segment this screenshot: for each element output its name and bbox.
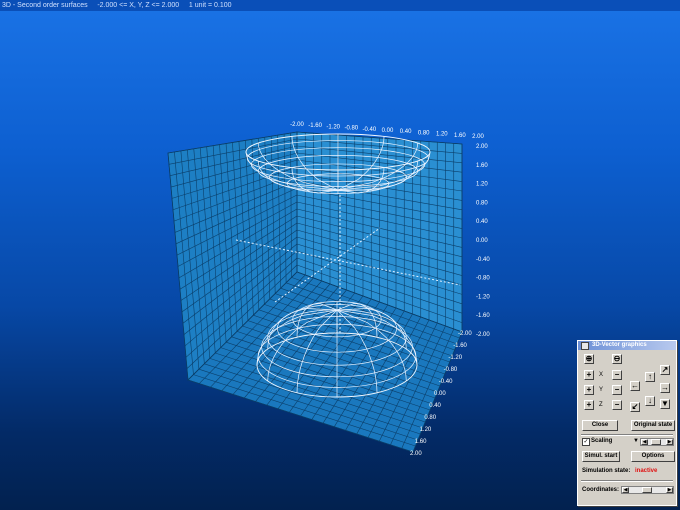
right-tick-label: 0.00 [476,238,488,244]
y-label: Y [599,387,604,393]
top-tick-label: 0.00 [382,128,394,134]
panel-titlebar[interactable]: 3D-Vector graphics [578,341,676,350]
bottom-tick-label: 1.60 [415,439,427,445]
scaling-label: Scaling [591,438,613,444]
x-plus-button[interactable]: + [584,370,594,380]
arrow-downright-icon: ▼ [661,399,669,408]
right-tick-label: -0.80 [476,276,490,282]
control-panel: 3D-Vector graphics ⊕ ⊖ + X − + Y − + Z −… [577,340,677,506]
rotate-downright-button[interactable]: ▼ [660,399,670,409]
panel-title: 3D-Vector graphics [592,342,647,348]
right-tick-label: 0.80 [476,200,488,206]
right-tick-label: 1.60 [476,163,488,169]
x-label: X [599,372,604,378]
bottom-tick-label: -2.00 [458,331,472,337]
top-tick-label: 0.40 [400,129,412,135]
arrow-down-icon: ↓ [648,396,652,405]
separator [581,480,673,482]
z-label: Z [599,402,603,408]
cube-grid [167,131,463,453]
y-minus-button[interactable]: − [612,385,622,395]
options-button[interactable]: Options [631,451,675,462]
top-tick-label: -0.40 [363,127,377,133]
bottom-tick-label: 1.20 [420,427,432,433]
coordinates-slider[interactable]: ◀ ▶ [621,486,674,494]
z-plus-button[interactable]: + [584,400,594,410]
rotate-upright-button[interactable]: ↗ [660,365,670,375]
scaling-dropdown-icon[interactable]: ▼ [633,438,639,444]
top-tick-label: -1.20 [326,124,340,130]
top-tick-label: 0.80 [418,130,430,136]
bottom-tick-label: -1.60 [453,343,467,349]
zoom-in-icon: ⊕ [585,354,593,363]
right-tick-label: -1.20 [476,294,490,300]
zoom-out-button[interactable]: ⊖ [612,354,622,364]
rotate-down-button[interactable]: ↓ [645,396,655,406]
coord-left-icon[interactable]: ◀ [622,487,629,493]
slider-left-icon[interactable]: ◀ [641,439,648,445]
top-tick-label: 1.60 [454,133,466,139]
bottom-tick-label: 0.00 [434,391,446,397]
top-tick-label: 2.00 [472,134,484,140]
simulation-state-value: inactive [635,468,658,474]
x-minus-button[interactable]: − [612,370,622,380]
coord-thumb[interactable] [642,487,652,493]
simulation-state-label: Simulation state: [582,468,631,474]
arrow-upright-icon: ↗ [661,365,669,374]
bottom-tick-label: -0.80 [444,367,458,373]
scaling-checkbox[interactable]: ✓ [582,438,590,446]
rotate-downleft-button[interactable]: ↙ [630,402,640,412]
z-minus-button[interactable]: − [612,400,622,410]
zoom-in-button[interactable]: ⊕ [584,354,594,364]
right-tick-label: 2.00 [476,144,488,150]
original-state-button[interactable]: Original state [631,420,675,431]
right-tick-label: -1.60 [476,313,490,319]
slider-right-icon[interactable]: ▶ [666,439,673,445]
coordinates-label: Coordinates: [582,487,620,493]
rotate-right-button[interactable]: → [660,383,670,393]
right-tick-label: 1.20 [476,182,488,188]
y-plus-button[interactable]: + [584,385,594,395]
arrow-up-icon: ↑ [648,372,652,381]
separator [581,434,673,436]
top-tick-label: 1.20 [436,132,448,138]
rotate-left-button[interactable]: ← [630,381,640,391]
bottom-tick-label: -0.40 [439,379,453,385]
coord-right-icon[interactable]: ▶ [666,487,673,493]
window-icon [581,342,589,350]
top-tick-label: -2.00 [290,122,304,128]
bottom-tick-label: 0.40 [429,403,441,409]
slider-thumb[interactable] [651,439,661,445]
arrow-right-icon: → [661,383,669,392]
top-tick-label: -0.80 [344,126,358,132]
arrow-left-icon: ← [631,381,639,390]
bottom-tick-label: 2.00 [410,451,422,457]
zoom-out-icon: ⊖ [613,354,621,363]
right-tick-label: 0.40 [476,219,488,225]
right-tick-label: -0.40 [476,257,490,263]
bottom-tick-label: 0.80 [424,415,436,421]
simulation-start-button[interactable]: Simul. start [582,451,620,462]
rotate-up-button[interactable]: ↑ [645,372,655,382]
right-tick-label: -2.00 [476,332,490,338]
scaling-slider[interactable]: ◀ ▶ [640,438,674,446]
bottom-tick-label: -1.20 [448,355,462,361]
arrow-downleft-icon: ↙ [631,402,639,411]
top-tick-label: -1.60 [308,123,322,129]
close-button[interactable]: Close [582,420,618,431]
